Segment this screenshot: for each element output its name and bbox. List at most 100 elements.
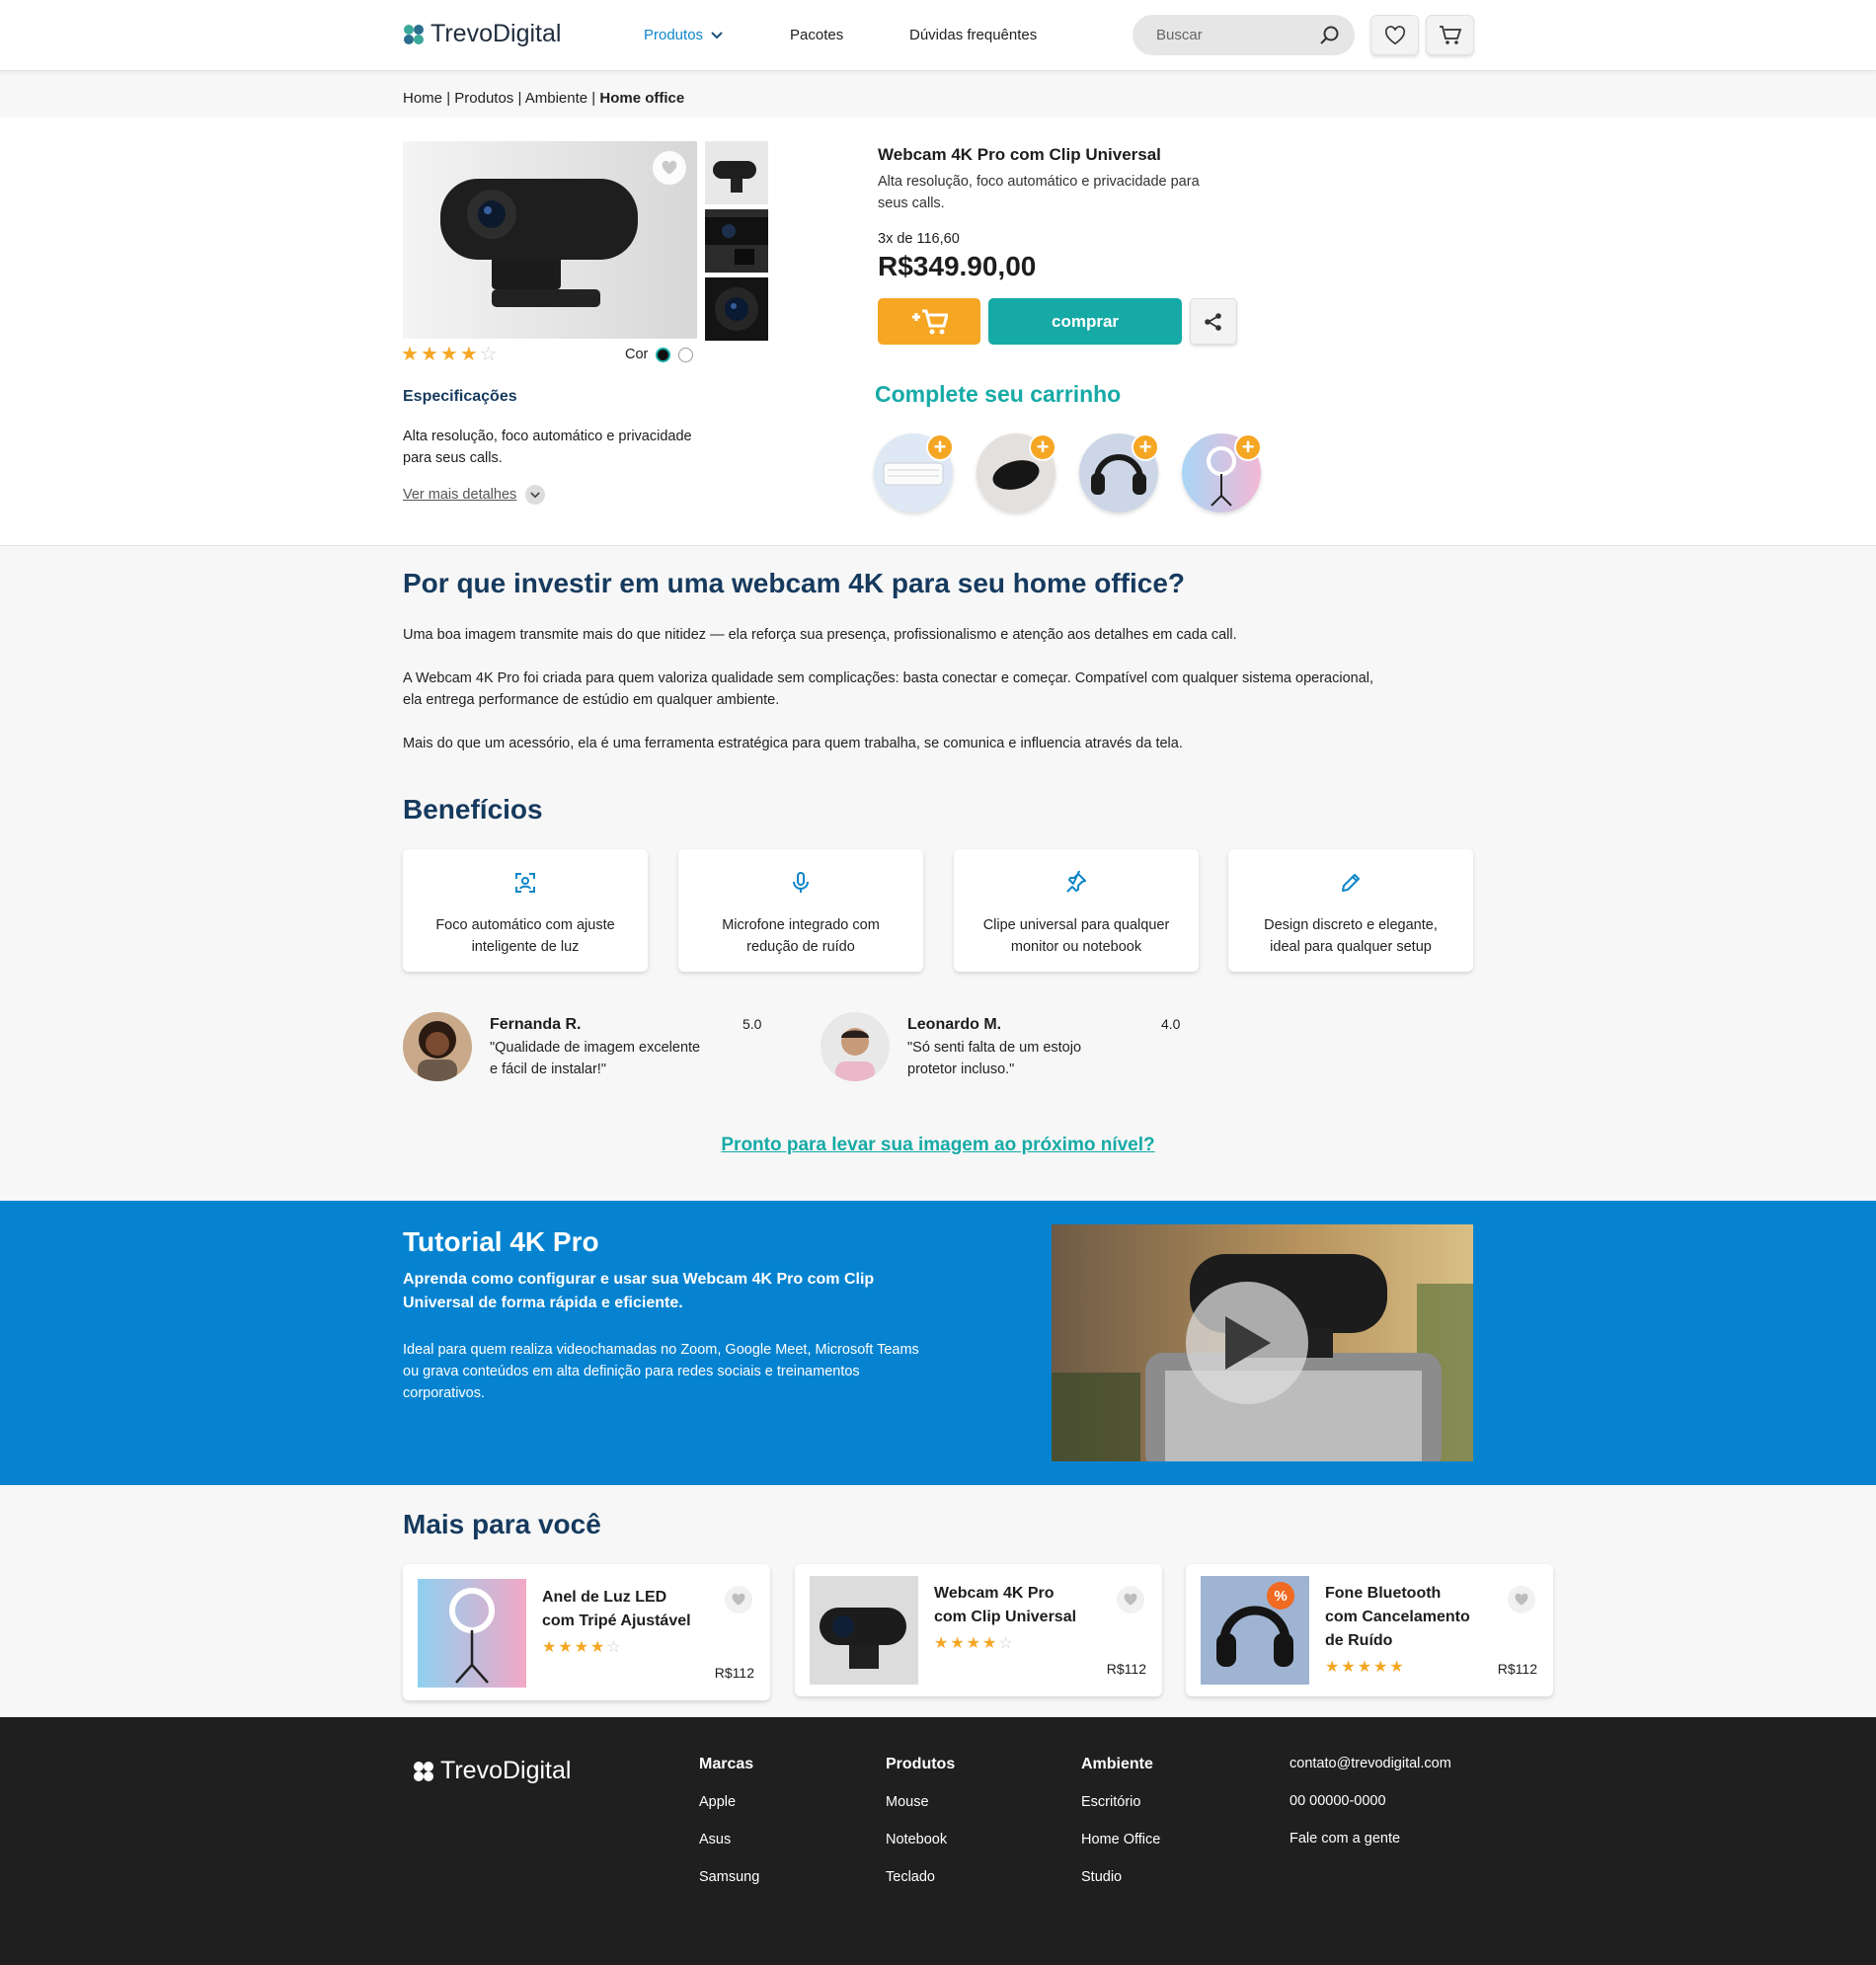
microphone-icon [793, 872, 809, 893]
breadcrumb-produtos[interactable]: Produtos [454, 90, 513, 107]
chevron-down-icon [525, 485, 546, 505]
product-card[interactable]: Webcam 4K Pro com Clip Universal ★★★★☆ R… [795, 1564, 1162, 1696]
search-input[interactable]: Buscar [1156, 27, 1203, 43]
star-empty-icon: ☆ [606, 1639, 623, 1656]
footer-link[interactable]: Apple [699, 1794, 736, 1810]
product-card[interactable]: % Fone Bluetooth com Cancelamento de Ruí… [1186, 1564, 1553, 1696]
footer-col-title: Produtos [886, 1756, 956, 1772]
review-text: "Qualidade de imagem excelente e fácil d… [490, 1037, 700, 1080]
review-line: "Qualidade de imagem excelente [490, 1040, 701, 1056]
face-focus-icon [515, 873, 535, 893]
article-title: Por que investir em uma webcam 4K para s… [403, 568, 1186, 598]
favorite-button[interactable] [725, 1586, 752, 1613]
subtitle-line: seus calls. [878, 196, 945, 211]
brand-logo[interactable]: TrevoDigital [403, 20, 561, 48]
more-details-label: Ver mais detalhes [403, 487, 517, 503]
footer-contact-link[interactable]: Fale com a gente [1290, 1831, 1400, 1847]
product-card-name: Webcam 4K Pro com Clip Universal [934, 1582, 1112, 1629]
lead-line: Universal de forma rápida e eficiente. [403, 1295, 683, 1311]
play-button[interactable] [1186, 1282, 1308, 1404]
product-card-rating: ★★★★★ [1325, 1657, 1406, 1677]
color-label: Cor [625, 347, 649, 362]
favorite-product-button[interactable] [653, 151, 686, 185]
more-details-link[interactable]: Ver mais detalhes [403, 485, 546, 505]
footer-link[interactable]: Studio [1081, 1869, 1122, 1885]
review-line: protetor incluso." [907, 1061, 1015, 1077]
product-card-rating: ★★★★☆ [542, 1637, 623, 1657]
specs-line: para seus calls. [403, 450, 503, 466]
color-swatch-black[interactable] [656, 347, 671, 362]
product-card-price: R$112 [1106, 1661, 1146, 1677]
favorite-button[interactable] [1117, 1586, 1144, 1613]
benefit-text: Microfone integrado com [722, 917, 880, 933]
add-accessory-button[interactable]: + [1234, 433, 1262, 461]
add-accessory-button[interactable]: + [1029, 433, 1056, 461]
breadcrumb-separator: | [517, 90, 522, 107]
benefit-card: Microfone integrado com redução de ruído [678, 849, 923, 972]
star-icon: ★ [459, 344, 480, 365]
nav-produtos[interactable]: Produtos [644, 27, 723, 43]
breadcrumb-home[interactable]: Home [403, 90, 442, 107]
add-to-cart-button[interactable] [878, 298, 980, 345]
body-line: corporativos. [403, 1385, 486, 1401]
name-line: de Ruído [1325, 1632, 1393, 1649]
tutorial-video[interactable] [1052, 1224, 1473, 1461]
star-icon: ★ [590, 1639, 607, 1656]
footer-brand-name: TrevoDigital [440, 1757, 572, 1784]
favorites-button[interactable] [1370, 15, 1419, 55]
benefit-text: Foco automático com ajuste [435, 917, 615, 933]
footer-link[interactable]: Asus [699, 1832, 731, 1847]
benefit-card: Clipe universal para qualquer monitor ou… [954, 849, 1199, 972]
star-icon: ★ [1373, 1659, 1390, 1676]
paragraph-line: ela entrega performance de estúdio em qu… [403, 692, 780, 708]
footer-link[interactable]: Escritório [1081, 1794, 1140, 1810]
product-thumbnail-3[interactable] [705, 277, 768, 341]
cta-link[interactable]: Pronto para levar sua imagem ao próximo … [0, 1135, 1876, 1156]
search-bar[interactable]: Buscar [1133, 15, 1355, 55]
breadcrumb: Home | Produtos | Ambiente | Home office [403, 90, 684, 107]
share-button[interactable] [1190, 298, 1237, 345]
tutorial-lead: Aprenda como configurar e usar sua Webca… [403, 1268, 874, 1315]
footer-link[interactable]: Samsung [699, 1869, 759, 1885]
product-card-price: R$112 [1497, 1661, 1537, 1677]
footer-logo[interactable]: TrevoDigital [413, 1757, 571, 1785]
play-icon [1225, 1316, 1271, 1370]
article-paragraph-3: Mais do que um acessório, ela é uma ferr… [403, 736, 1183, 751]
footer-link[interactable]: Home Office [1081, 1832, 1160, 1847]
nav-faq[interactable]: Dúvidas frequêntes [909, 27, 1037, 43]
product-card[interactable]: Anel de Luz LED com Tripé Ajustável ★★★★… [403, 1564, 770, 1700]
color-selector: Cor [625, 347, 694, 362]
cart-button[interactable] [1426, 15, 1474, 55]
clover-logo-icon [404, 24, 424, 44]
star-icon: ★ [401, 344, 421, 365]
product-thumbnail-2[interactable] [705, 209, 768, 273]
add-accessory-button[interactable]: + [926, 433, 954, 461]
footer-link[interactable]: Mouse [886, 1794, 929, 1810]
favorite-button[interactable] [1508, 1586, 1535, 1613]
name-line: Anel de Luz LED [542, 1589, 667, 1606]
footer-link[interactable]: Notebook [886, 1832, 947, 1847]
add-cart-icon [912, 309, 948, 334]
footer-email[interactable]: contato@trevodigital.com [1290, 1756, 1451, 1771]
breadcrumb-ambiente[interactable]: Ambiente [525, 90, 587, 107]
benefit-text: Design discreto e elegante, [1264, 917, 1438, 933]
buy-button[interactable]: comprar [988, 298, 1182, 345]
heart-icon [1124, 1593, 1137, 1606]
top-header: TrevoDigital Produtos Pacotes Dúvidas fr… [0, 0, 1876, 71]
color-swatch-white[interactable] [678, 347, 694, 362]
product-thumbnail-1[interactable] [705, 141, 768, 204]
footer-col-title: Marcas [699, 1756, 754, 1772]
add-accessory-button[interactable]: + [1132, 433, 1159, 461]
clover-logo-icon [414, 1761, 433, 1781]
specs-text: Alta resolução, foco automático e privac… [403, 426, 692, 469]
footer-phone[interactable]: 00 00000-0000 [1290, 1793, 1386, 1809]
footer-link[interactable]: Teclado [886, 1869, 935, 1885]
benefit-text: inteligente de luz [471, 939, 580, 955]
footer: TrevoDigital Marcas Apple Asus Samsung P… [0, 1717, 1876, 1965]
star-icon: ★ [439, 344, 460, 365]
product-price: R$349.90,00 [878, 251, 1037, 281]
star-icon: ★ [574, 1639, 591, 1656]
paragraph-line: A Webcam 4K Pro foi criada para quem val… [403, 670, 1374, 686]
nav-pacotes[interactable]: Pacotes [790, 27, 843, 43]
benefit-card: Foco automático com ajuste inteligente d… [403, 849, 648, 972]
